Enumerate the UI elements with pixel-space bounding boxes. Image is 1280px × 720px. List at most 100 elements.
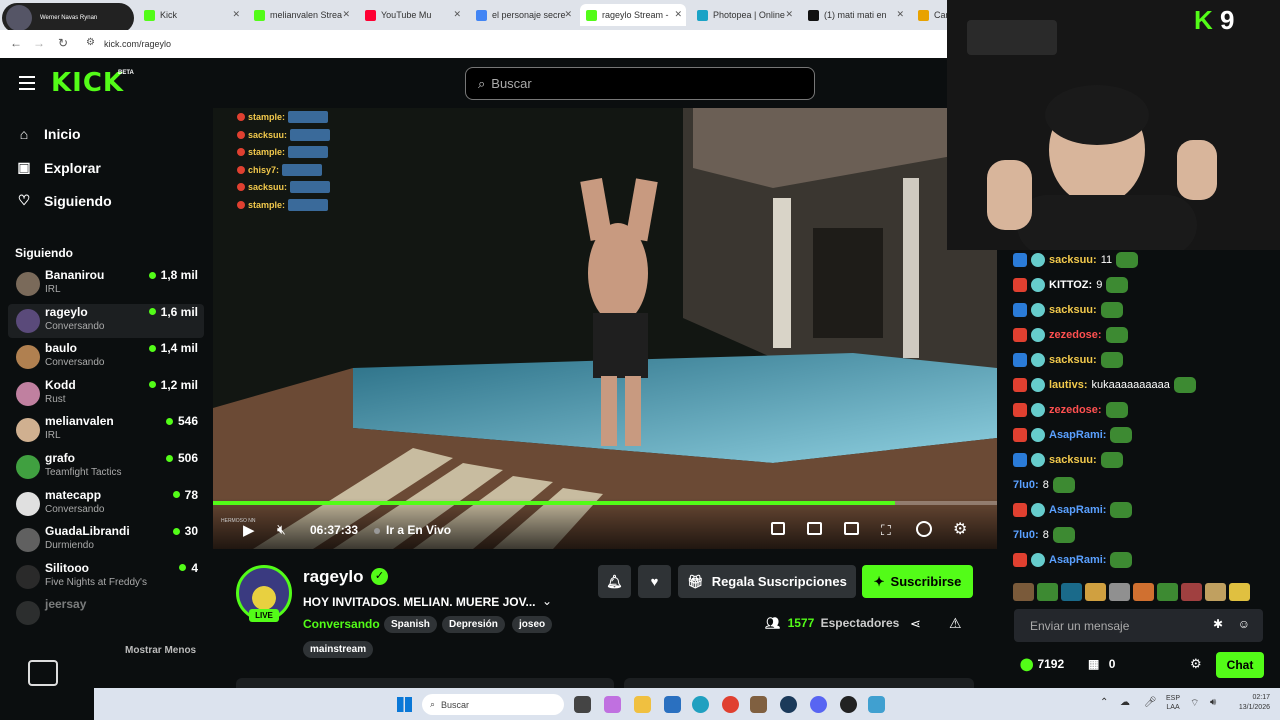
channel-name[interactable]: rageylo — [303, 567, 363, 587]
miniplayer-icon[interactable] — [771, 522, 785, 535]
emote-icon[interactable] — [1085, 583, 1106, 601]
emote-icon[interactable] — [1013, 583, 1034, 601]
subscribe-button[interactable]: ✦ Suscribirse — [862, 565, 973, 598]
emote-icon[interactable] — [1229, 583, 1250, 601]
chat-username[interactable]: AsapRami: — [1049, 429, 1106, 441]
browser-tab[interactable]: (1) mati mati en ✕ — [802, 4, 908, 26]
kick-logo[interactable]: KICK — [51, 68, 124, 98]
playback-speed-icon[interactable] — [916, 521, 932, 537]
chat-send-button[interactable]: Chat — [1216, 652, 1264, 678]
chat-username[interactable]: 7lu0: — [1013, 529, 1039, 541]
lang-indicator[interactable]: ESP LAA — [1166, 694, 1180, 712]
steam-icon[interactable] — [780, 696, 797, 713]
address-bar[interactable]: ← → ↻ ⚙ kick.com/rageylo — [0, 30, 947, 58]
menu-icon[interactable] — [19, 76, 35, 90]
report-icon[interactable]: ⚠ — [949, 615, 962, 632]
emote-icon[interactable] — [1037, 583, 1058, 601]
clock[interactable]: 02:17 13/1/2026 — [1228, 693, 1270, 713]
close-tab-icon[interactable]: ✕ — [232, 9, 240, 20]
theater-icon[interactable] — [844, 522, 859, 535]
browser-tab[interactable]: Photopea | Online ✕ — [691, 4, 797, 26]
discord-icon[interactable] — [810, 696, 827, 713]
emote-icon[interactable] — [1205, 583, 1226, 601]
emote-icon[interactable] — [1133, 583, 1154, 601]
sidebar-channel[interactable]: grafo Teamfight Tactics 506 — [8, 450, 204, 484]
app-icon[interactable] — [750, 696, 767, 713]
chat-username[interactable]: sacksuu: — [1049, 454, 1097, 466]
close-tab-icon[interactable]: ✕ — [896, 9, 904, 20]
emote-icon[interactable] — [1061, 583, 1082, 601]
sidebar-channel[interactable]: rageylo Conversando 1,6 mil — [8, 303, 204, 338]
close-tab-icon[interactable]: ✕ — [453, 9, 461, 20]
settings-icon[interactable]: ⚙ — [953, 519, 967, 539]
taskbar-search[interactable]: ⌕ Buscar — [422, 694, 564, 715]
close-tab-icon[interactable]: ✕ — [785, 9, 793, 20]
chat-username[interactable]: KITTOZ: — [1049, 279, 1092, 291]
emote-icon[interactable] — [1181, 583, 1202, 601]
task-view-icon[interactable] — [574, 696, 591, 713]
app2-icon[interactable] — [868, 696, 885, 713]
browser-tab[interactable]: melianvalen Strea ✕ — [248, 4, 354, 26]
forward-icon[interactable]: → — [33, 36, 45, 50]
emote-icon[interactable] — [1157, 583, 1178, 601]
sidebar-channel[interactable]: melianvalen IRL 546 — [8, 413, 204, 447]
gift-subs-button[interactable]: 🎁︎ Regala Suscripciones — [678, 565, 856, 598]
expand-title-icon[interactable]: ⌄ — [542, 594, 552, 608]
tray-chevron-icon[interactable]: ⌃ — [1100, 697, 1108, 708]
play-icon[interactable]: ▶ — [243, 521, 255, 539]
notifications-button[interactable]: 🔔︎ — [598, 565, 631, 598]
tag-mainstream[interactable]: mainstream — [303, 641, 374, 658]
profile-tab[interactable]: Werner Navas Rynan — [2, 3, 134, 33]
chat-username[interactable]: zezedose: — [1049, 329, 1102, 341]
stream-category[interactable]: Conversando — [303, 617, 380, 631]
chat-username[interactable]: AsapRami: — [1049, 554, 1106, 566]
sidebar-channel[interactable]: Bananirou IRL 1,8 mil — [8, 267, 204, 301]
go-live-button[interactable]: Ir a En Vivo — [386, 523, 451, 537]
chat-username[interactable]: lautivs: — [1049, 379, 1088, 391]
store-icon[interactable] — [664, 696, 681, 713]
obs-icon[interactable] — [840, 696, 857, 713]
close-tab-icon[interactable]: ✕ — [674, 9, 682, 20]
points-counter[interactable]: ⬤ 7192 — [1020, 657, 1064, 671]
file-explorer-icon[interactable] — [634, 696, 651, 713]
wifi-icon[interactable]: ⌔ — [1190, 697, 1199, 710]
sidebar-channel[interactable]: GuadaLibrandi Durmiendo 30 — [8, 523, 204, 557]
browser-tab[interactable]: rageylo Stream - ✕ — [580, 4, 686, 26]
progress-track[interactable] — [213, 501, 997, 505]
sidebar-channel[interactable]: Kodd Rust 1,2 mil — [8, 377, 204, 411]
browser-tab[interactable]: YouTube Mu ✕ — [359, 4, 465, 26]
clip-icon[interactable] — [807, 522, 822, 535]
reload-icon[interactable]: ↻ — [58, 36, 68, 50]
sidebar-channel[interactable]: Silitooo Five Nights at Freddy's 4 — [8, 560, 204, 594]
sidebar-channel[interactable]: jeersay — [8, 596, 204, 630]
share-icon[interactable]: ⋖ — [910, 616, 921, 632]
search-input[interactable]: ⌕ Buscar — [465, 67, 815, 100]
close-tab-icon[interactable]: ✕ — [342, 9, 350, 20]
mic-icon[interactable]: 🎤︎ — [1144, 697, 1157, 708]
chat-username[interactable]: sacksuu: — [1049, 254, 1097, 266]
close-tab-icon[interactable]: ✕ — [564, 9, 572, 20]
fullscreen-icon[interactable]: ⛶ — [881, 522, 891, 539]
emote-icon[interactable] — [1109, 583, 1130, 601]
smiley-icon[interactable]: ☺ — [1238, 617, 1250, 631]
chat-username[interactable]: 7lu0: — [1013, 479, 1039, 491]
browser-tab[interactable]: Kick ✕ — [138, 4, 244, 26]
tag-joseo[interactable]: joseo — [512, 616, 553, 633]
nav-explore[interactable]: ▣ Explorar — [16, 159, 100, 176]
chat-username[interactable]: sacksuu: — [1049, 354, 1097, 366]
browser-tab[interactable]: el personaje secre ✕ — [470, 4, 576, 26]
follow-button[interactable]: ♥ — [638, 565, 671, 598]
chat-settings-icon[interactable]: ⚙ — [1190, 656, 1202, 672]
browser-tab[interactable]: Car — [912, 4, 952, 26]
edge-icon[interactable] — [692, 696, 709, 713]
mute-icon[interactable]: 🔇︎ — [277, 521, 286, 538]
chat-input[interactable]: Enviar un mensaje ✱ ☺ — [1014, 609, 1263, 642]
sidebar-channel[interactable]: matecapp Conversando 78 — [8, 487, 204, 521]
volume-icon[interactable]: 🔊︎ — [1210, 697, 1216, 708]
emote-picker-icon[interactable]: ✱ — [1213, 617, 1223, 631]
tag-depresion[interactable]: Depresión — [442, 616, 505, 633]
show-less-button[interactable]: Mostrar Menos — [125, 645, 196, 656]
video-player[interactable]: stample: sacksuu: stample: chisy7: sacksuu: s… — [213, 108, 997, 549]
nav-home[interactable]: ⌂ Inicio — [16, 126, 81, 142]
chat-username[interactable]: zezedose: — [1049, 404, 1102, 416]
